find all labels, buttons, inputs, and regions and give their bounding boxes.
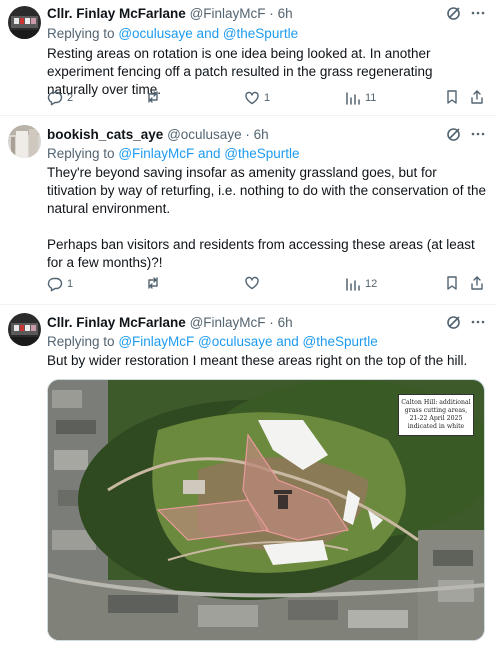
reply-mentions[interactable]: @FinlayMcF @oculusaye and @theSpurtle [118,334,377,349]
like-button[interactable] [244,275,264,291]
views-button[interactable]: 11 [345,89,376,107]
display-name[interactable]: bookish_cats_aye [47,127,163,142]
avatar[interactable] [8,6,41,39]
user-handle[interactable]: @oculusaye [167,127,242,142]
legend-line: indicated in white [407,423,465,430]
legend-line: grass cutting areas, [404,407,468,414]
bookmark-icon [444,89,460,105]
retweet-icon [145,275,161,291]
display-name[interactable]: Cllr. Finlay McFarlane [47,6,186,21]
action-bar: 2 1 11 [47,89,486,107]
action-bar: 1 12 [47,275,486,293]
grok-icon[interactable] [446,126,462,142]
reply-prefix: Replying to [47,334,115,349]
tweet-header: Cllr. Finlay McFarlane @FinlayMcF · 6h [47,5,486,23]
tweet-header: bookish_cats_aye @oculusaye · 6h [47,126,486,144]
reply-button[interactable]: 1 [47,275,73,293]
share-button[interactable] [469,275,485,291]
reply-mentions[interactable]: @oculusaye and @theSpurtle [118,26,298,41]
timestamp[interactable]: 6h [278,6,293,21]
legend-line: 21-22 April 2025 [409,415,463,422]
grok-icon[interactable] [446,314,462,330]
tweet-paragraph: But by wider restoration I meant these a… [47,353,468,368]
tweet-text: They're beyond saving insofar as amenity… [47,164,486,272]
avatar[interactable] [8,313,41,346]
reply-prefix: Replying to [47,26,115,41]
reply-button[interactable]: 2 [47,89,73,107]
share-button[interactable] [469,89,485,105]
view-count: 11 [365,92,377,104]
bookmark-icon [444,275,460,291]
views-button[interactable]: 12 [345,275,377,293]
heart-icon [244,90,260,106]
tweet-image[interactable]: Calton Hill: additional grass cutting ar… [47,379,485,641]
legend-line: Calton Hill: additional [401,399,471,406]
share-icon [469,275,485,291]
timestamp[interactable]: 6h [254,127,269,142]
user-handle[interactable]: @FinlayMcF [190,6,266,21]
avatar[interactable] [8,125,41,158]
reply-mentions[interactable]: @FinlayMcF and @theSpurtle [118,146,299,161]
like-button[interactable]: 1 [244,89,270,107]
share-icon [469,89,485,105]
tweet-2[interactable]: bookish_cats_aye @oculusaye · 6h Replyin… [0,116,496,301]
tweet-3[interactable]: Cllr. Finlay McFarlane @FinlayMcF · 6h R… [0,305,496,650]
tweet-paragraph: Perhaps ban visitors and residents from … [47,237,475,270]
display-name[interactable]: Cllr. Finlay McFarlane [47,315,186,330]
views-icon [345,90,361,106]
separator-dot: · [269,6,274,21]
reply-context: Replying to @FinlayMcF @oculusaye and @t… [47,333,378,351]
reply-prefix: Replying to [47,146,115,161]
view-count: 12 [365,278,378,290]
user-handle[interactable]: @FinlayMcF [190,315,266,330]
grok-icon[interactable] [446,5,462,21]
bookmark-button[interactable] [444,89,460,105]
tweet-paragraph: They're beyond saving insofar as amenity… [47,165,487,216]
reply-count: 1 [67,278,74,290]
separator-dot: · [269,315,274,330]
separator-dot: · [245,127,250,142]
more-icon[interactable] [470,126,486,142]
reply-icon [47,276,63,292]
bookmark-button[interactable] [444,275,460,291]
tweet-text: But by wider restoration I meant these a… [47,352,486,370]
reply-count: 2 [67,92,74,104]
tweet-header: Cllr. Finlay McFarlane @FinlayMcF · 6h [47,314,486,332]
tweet-1[interactable]: Cllr. Finlay McFarlane @FinlayMcF · 6h R… [0,0,496,110]
more-icon[interactable] [470,5,486,21]
heart-icon [244,275,260,291]
reply-context: Replying to @FinlayMcF and @theSpurtle [47,145,300,163]
map-legend: Calton Hill: additional grass cutting ar… [398,394,474,436]
like-count: 1 [264,92,271,104]
reply-context: Replying to @oculusaye and @theSpurtle [47,25,298,43]
timestamp[interactable]: 6h [278,315,293,330]
views-icon [345,276,361,292]
retweet-button[interactable] [145,275,165,291]
more-icon[interactable] [470,314,486,330]
retweet-button[interactable] [145,89,165,105]
retweet-icon [145,89,161,105]
reply-icon [47,90,63,106]
